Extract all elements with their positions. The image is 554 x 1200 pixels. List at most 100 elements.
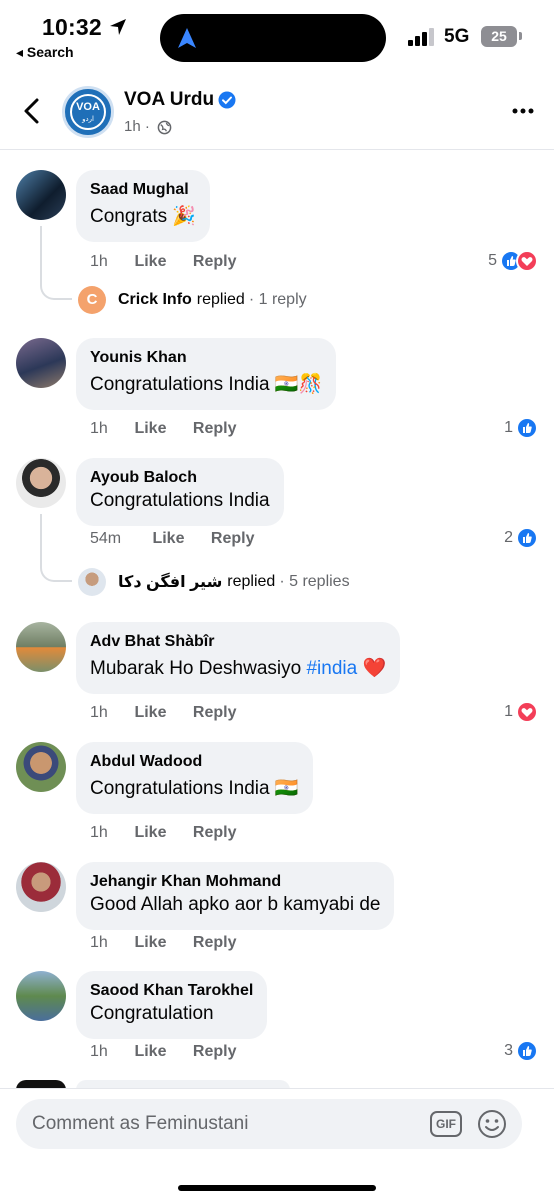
reaction-summary[interactable]: 1: [504, 417, 538, 439]
comment-text: Congratulation: [90, 1003, 214, 1024]
comment-time: 54m: [90, 530, 122, 547]
like-button[interactable]: Like: [134, 1043, 188, 1061]
status-bar: 10:32 ◂ Search 5G 25: [0, 0, 554, 72]
avatar[interactable]: [16, 338, 66, 388]
reply-button[interactable]: Reply: [193, 253, 237, 271]
comment-composer-bar: Comment as Feminustani GIF: [0, 1088, 554, 1200]
comment-bubble: Jehangir Khan Mohmand Good Allah apko ao…: [76, 862, 395, 930]
reaction-summary[interactable]: 2: [504, 527, 538, 549]
page-name[interactable]: VOA Urdu: [124, 89, 214, 111]
comment-bubble: Younis Khan Congratulations India 🇮🇳🎊: [76, 338, 337, 410]
reply-author: شیر افگن دکا: [118, 574, 223, 591]
like-reaction-icon: [516, 417, 538, 439]
replies-preview[interactable]: شیر افگن دکا replied · 5 replies: [78, 568, 350, 596]
comment-author[interactable]: Ayoub Baloch: [90, 468, 270, 488]
comment-text: Congratulations India 🇮🇳🎊: [90, 374, 323, 395]
replies-preview[interactable]: C Crick Info replied · 1 reply: [78, 286, 307, 314]
back-to-search-link[interactable]: ◂ Search: [16, 44, 74, 61]
avatar[interactable]: [16, 742, 66, 792]
avatar[interactable]: [16, 622, 66, 672]
comment-text-body: Mubarak Ho Deshwasiyo: [90, 658, 302, 679]
reply-avatar: [78, 568, 106, 596]
comment-text: Congrats 🎉: [90, 206, 197, 227]
reply-thread-line: [40, 514, 72, 582]
like-reaction-icon: [516, 527, 538, 549]
comment-actions: 54m Like Reply: [90, 530, 254, 548]
reaction-count: 5: [488, 252, 497, 269]
comment-actions: 1h Like Reply: [90, 253, 236, 271]
avatar[interactable]: [16, 170, 66, 220]
emoji-icon[interactable]: [477, 1109, 507, 1139]
love-reaction-icon: [516, 701, 538, 723]
post-time: 1h ·: [124, 118, 150, 135]
love-reaction-icon: [516, 250, 538, 272]
comment-text: Mubarak Ho Deshwasiyo #india ❤️: [90, 656, 386, 682]
comment-author[interactable]: Adv Bhat Shàbîr: [90, 632, 386, 652]
comment-author[interactable]: Jehangir Khan Mohmand: [90, 872, 380, 892]
navigation-arrow-icon: [178, 28, 196, 48]
comment-bubble: Adv Bhat Shàbîr Mubarak Ho Deshwasiyo #i…: [76, 622, 401, 694]
reply-verb: replied: [196, 291, 245, 308]
comment-actions: 1h Like Reply: [90, 704, 236, 722]
reply-count: · 1 reply: [248, 291, 307, 308]
like-button[interactable]: Like: [134, 934, 188, 952]
reply-thread-line: [40, 226, 72, 300]
like-button[interactable]: Like: [134, 704, 188, 722]
reply-author: Crick Info: [118, 291, 192, 308]
comment-actions: 1h Like Reply: [90, 420, 236, 438]
like-button[interactable]: Like: [152, 530, 206, 548]
reaction-count: 3: [504, 1042, 513, 1059]
logo-urdu-text: اردو: [82, 116, 94, 123]
comment-actions: 1h Like Reply: [90, 934, 236, 952]
reaction-count: 1: [504, 419, 513, 436]
avatar[interactable]: [16, 971, 66, 1021]
comment-bubble: Abdul Wadood Congratulations India 🇮🇳: [76, 742, 313, 814]
like-button[interactable]: Like: [134, 420, 188, 438]
logo-text: VOA: [76, 101, 100, 113]
reaction-summary[interactable]: 5: [488, 250, 538, 272]
reply-button[interactable]: Reply: [193, 934, 237, 952]
comment-time: 1h: [90, 1043, 108, 1060]
home-indicator: [178, 1185, 376, 1191]
comment-time: 1h: [90, 420, 108, 437]
avatar[interactable]: [16, 458, 66, 508]
gif-button[interactable]: GIF: [430, 1111, 462, 1137]
globe-icon: [157, 120, 172, 135]
battery-icon: 25: [481, 26, 517, 47]
verified-badge-icon: [218, 91, 236, 109]
like-button[interactable]: Like: [134, 253, 188, 271]
like-reaction-icon: [516, 1040, 538, 1062]
comment-bubble: Saood Khan Tarokhel Congratulation: [76, 971, 268, 1039]
reply-button[interactable]: Reply: [193, 420, 237, 438]
hashtag-link[interactable]: #india: [306, 658, 357, 679]
reply-button[interactable]: Reply: [211, 530, 255, 548]
comment-actions: 1h Like Reply: [90, 1043, 236, 1061]
comment-time: 1h: [90, 253, 108, 270]
like-button[interactable]: Like: [134, 824, 188, 842]
clock: 10:32: [42, 14, 102, 40]
comment-author[interactable]: Saood Khan Tarokhel: [90, 981, 253, 1001]
reply-verb: replied: [227, 573, 276, 590]
reply-button[interactable]: Reply: [193, 824, 237, 842]
reaction-summary[interactable]: 1: [504, 701, 538, 723]
comment-author[interactable]: Younis Khan: [90, 348, 322, 368]
reaction-count: 1: [504, 703, 513, 720]
post-header: VOA اردو VOA Urdu 1h ·: [0, 78, 554, 150]
reply-button[interactable]: Reply: [193, 704, 237, 722]
heart-emoji: ❤️: [362, 658, 387, 679]
reaction-summary[interactable]: 3: [504, 1040, 538, 1062]
page-avatar[interactable]: VOA اردو: [62, 86, 114, 138]
comment-author[interactable]: Abdul Wadood: [90, 752, 299, 772]
comment-text: Good Allah apko aor b kamyabi de: [90, 894, 381, 915]
comment-time: 1h: [90, 934, 108, 951]
comment-author[interactable]: Saad Mughal: [90, 180, 196, 200]
comment-input[interactable]: Comment as Feminustani GIF: [16, 1099, 522, 1149]
reply-button[interactable]: Reply: [193, 1043, 237, 1061]
back-arrow-icon[interactable]: [20, 96, 44, 126]
avatar[interactable]: [16, 862, 66, 912]
dynamic-island: [160, 14, 386, 62]
reply-avatar: C: [78, 286, 106, 314]
comment-time: 1h: [90, 704, 108, 721]
more-options-icon[interactable]: [512, 108, 534, 114]
comment-text: Congratulations India 🇮🇳: [90, 778, 299, 799]
